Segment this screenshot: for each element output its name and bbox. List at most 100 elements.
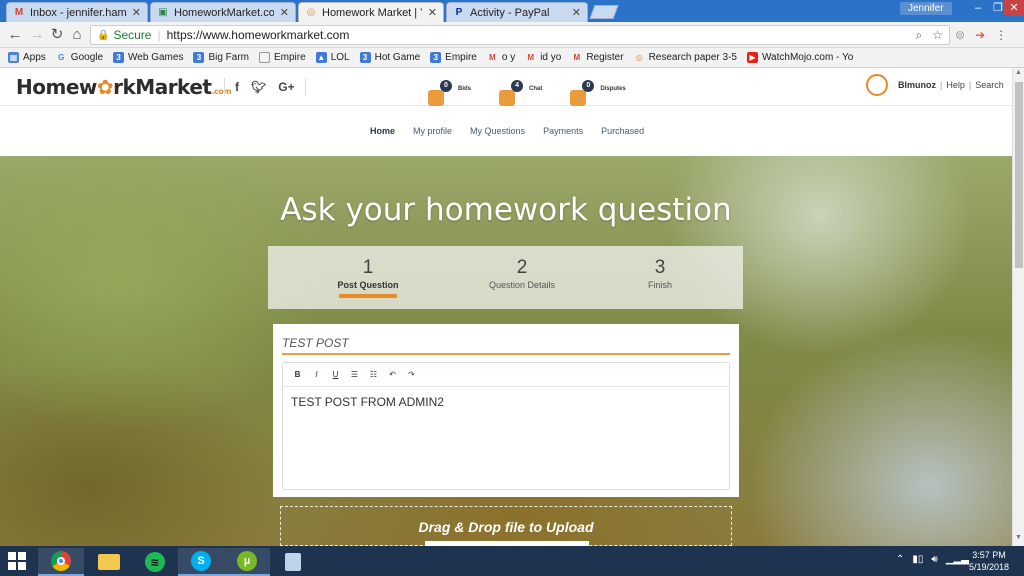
windows-start-icon[interactable]	[8, 552, 26, 570]
reload-icon[interactable]: ↻	[48, 26, 66, 44]
back-arrow-icon[interactable]: ←	[6, 26, 24, 44]
step-label: Post Question	[337, 280, 399, 290]
bookmark-lol[interactable]: ▲ LOL	[315, 52, 350, 63]
chevron-up-icon[interactable]: ⌃	[896, 554, 904, 565]
taskbar-skype[interactable]: S	[178, 548, 224, 576]
browser-profile-button[interactable]: Jennifer	[900, 2, 952, 15]
chrome-icon	[51, 551, 71, 571]
bookmark-oy[interactable]: Mo y	[487, 52, 515, 63]
clock-time: 3:57 PM	[972, 550, 1006, 560]
bold-button[interactable]: B	[293, 370, 302, 379]
clock-date: 5/19/2018	[968, 562, 1010, 572]
numbered-list-icon[interactable]: ☷	[369, 370, 378, 379]
bookmark-empire-2[interactable]: 3 Empire	[430, 52, 477, 63]
scrollbar-thumb[interactable]	[1015, 82, 1023, 268]
spotify-icon: ≋	[145, 552, 165, 572]
chat-counter[interactable]: 4 Chat	[499, 80, 542, 106]
extension-icon[interactable]: ➔	[975, 28, 985, 42]
tab-inbox[interactable]: M Inbox - jennifer.hamzic@ ✕	[6, 2, 148, 22]
close-icon[interactable]: ✕	[280, 6, 289, 19]
file-explorer-icon	[98, 554, 120, 570]
scroll-down-icon[interactable]: ▼	[1013, 534, 1024, 541]
hm-icon: ◎	[635, 53, 643, 62]
taskbar-utorrent[interactable]: µ	[224, 548, 270, 576]
bookmark-id-yo[interactable]: Mid yo	[525, 52, 561, 63]
bookmark-empire[interactable]: Empire	[259, 52, 306, 63]
scroll-up-icon[interactable]: ▲	[1013, 69, 1024, 76]
bookmark-google[interactable]: G Google	[56, 52, 103, 63]
forward-arrow-icon[interactable]: →	[28, 26, 46, 44]
youtube-icon: ▶	[746, 52, 758, 63]
search-icon[interactable]: ⌕	[916, 28, 923, 43]
redo-icon[interactable]: ↷	[407, 370, 416, 379]
address-bar[interactable]: 🔒 Secure | https://www.homeworkmarket.co…	[90, 25, 950, 45]
home-icon[interactable]: ⌂	[68, 26, 86, 44]
nav-home[interactable]: Home	[370, 126, 395, 136]
file-dropzone[interactable]: Drag & Drop file to Upload	[280, 506, 732, 546]
new-tab-button[interactable]	[589, 5, 619, 19]
bookmark-apps[interactable]: ▦ Apps	[8, 52, 46, 63]
help-link[interactable]: Help	[946, 80, 965, 90]
nav-my-questions[interactable]: My Questions	[470, 126, 525, 136]
question-title-input[interactable]: TEST POST	[282, 334, 730, 355]
close-icon[interactable]: ✕	[572, 6, 581, 19]
bookmark-watchmojo[interactable]: ▶ WatchMojo.com - Yo	[746, 52, 853, 63]
twitter-icon[interactable]: 🐦︎	[251, 78, 266, 96]
star-icon[interactable]: ☆	[932, 28, 943, 43]
bookmark-label: id yo	[540, 52, 562, 63]
taskbar-file-explorer[interactable]	[86, 548, 132, 576]
step-progress: 1 Post Question 2 Question Details 3 Fin…	[268, 246, 743, 309]
italic-button[interactable]: I	[312, 370, 321, 379]
system-clock[interactable]: 3:57 PM 5/19/2018	[964, 549, 1014, 573]
taskbar-spotify[interactable]: ≋	[132, 548, 178, 576]
underline-button[interactable]: U	[331, 370, 340, 379]
undo-icon[interactable]: ↶	[388, 370, 397, 379]
google-plus-icon[interactable]: G+	[278, 78, 294, 96]
question-body-editor[interactable]: B I U ☰ ☷ ↶ ↷ TEST POST FROM ADMIN2	[282, 362, 730, 490]
user-menu: Blmunoz | Help | Search	[866, 74, 1004, 96]
bookmark-label: Big Farm	[208, 52, 249, 63]
bookmark-register[interactable]: M Register	[571, 52, 623, 63]
close-window-icon[interactable]: ✕	[1004, 0, 1024, 16]
bookmark-research-paper[interactable]: ◎ Research paper 3-5	[634, 52, 737, 63]
nav-payments[interactable]: Payments	[543, 126, 583, 136]
divider: |	[940, 80, 943, 90]
social-links: f 🐦︎ G+	[224, 78, 306, 96]
tab-homework-market-active[interactable]: ◎ Homework Market | Your ✕	[298, 2, 444, 22]
bookmark-label: Hot Game	[374, 52, 421, 63]
bookmark-web-games[interactable]: 3 Web Games	[113, 52, 183, 63]
step-label: Finish	[647, 280, 672, 290]
site-logo[interactable]: Homew✿rkMarket.com	[16, 75, 232, 99]
username-link[interactable]: Blmunoz	[898, 80, 936, 90]
avatar[interactable]	[866, 74, 888, 96]
bookmark-label: Research paper 3-5	[648, 52, 737, 63]
close-icon[interactable]: ✕	[132, 6, 141, 19]
tab-homeworkmarket[interactable]: ▣ HomeworkMarket.com - ✕	[150, 2, 296, 22]
bulleted-list-icon[interactable]: ☰	[350, 370, 359, 379]
taskbar-notepad[interactable]	[270, 548, 316, 576]
nav-my-profile[interactable]: My profile	[413, 126, 452, 136]
gmail-icon: M	[489, 53, 496, 62]
editor-content[interactable]: TEST POST FROM ADMIN2	[291, 395, 444, 409]
search-link[interactable]: Search	[975, 80, 1004, 90]
facebook-icon[interactable]: f	[235, 78, 239, 96]
step-question-details: 2 Question Details	[457, 258, 587, 291]
menu-kebab-icon[interactable]: ⋮	[995, 28, 1007, 42]
bookmark-big-farm[interactable]: 3 Big Farm	[193, 52, 249, 63]
extension-icon[interactable]: ⊚	[955, 28, 965, 42]
network-icon[interactable]: ▮▯	[912, 554, 923, 565]
volume-icon[interactable]: 🔊︎	[931, 554, 937, 565]
close-icon[interactable]: ✕	[428, 6, 437, 19]
bookmark-hot-game[interactable]: 3 Hot Game	[359, 52, 421, 63]
nav-purchased[interactable]: Purchased	[601, 126, 644, 136]
page-scrollbar[interactable]: ▲ ▼	[1012, 68, 1024, 546]
tab-paypal[interactable]: P Activity - PayPal ✕	[446, 2, 588, 22]
chat-badge: 4	[511, 80, 524, 92]
taskbar-chrome[interactable]	[38, 548, 84, 576]
disputes-counter[interactable]: 0 Disputes	[570, 80, 626, 106]
secure-label: Secure	[113, 28, 152, 42]
gmail-icon: M	[573, 53, 581, 62]
disputes-icon	[570, 90, 587, 106]
bids-counter[interactable]: 0 Bids	[428, 80, 471, 106]
logo-text: rkMarket	[113, 75, 212, 99]
